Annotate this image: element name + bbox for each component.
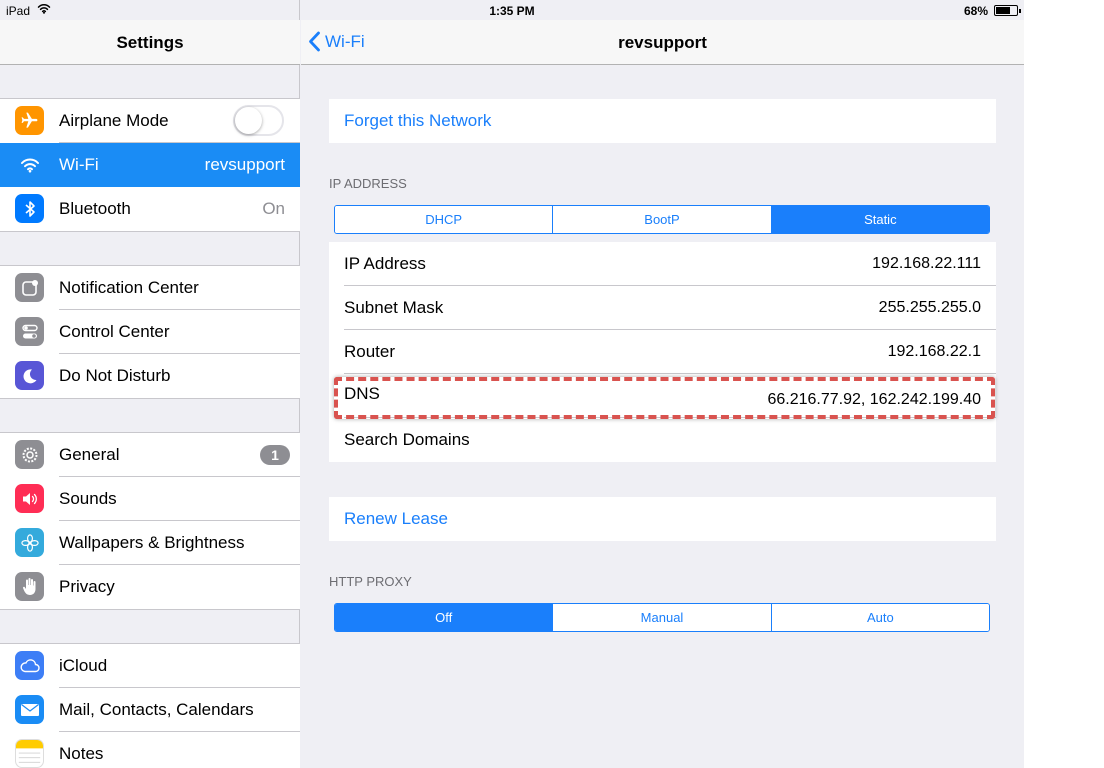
airplane-mode-toggle[interactable] (233, 105, 284, 136)
router-field[interactable]: 192.168.22.1 (888, 343, 981, 361)
sidebar-item-label: Bluetooth (59, 199, 131, 218)
gear-icon (15, 440, 44, 469)
settings-group-general: General 1 Sounds Wallpapers & Brightness (0, 432, 300, 610)
update-badge: 1 (260, 445, 290, 465)
sidebar-item-label: Notes (59, 744, 104, 763)
sidebar-item-bluetooth[interactable]: Bluetooth On (0, 187, 300, 231)
sidebar-item-label: Mail, Contacts, Calendars (59, 700, 254, 719)
sidebar-item-airplane-mode[interactable]: Airplane Mode (0, 99, 300, 143)
airplane-icon (15, 106, 44, 135)
ip-mode-static[interactable]: Static (771, 206, 989, 233)
sidebar-item-notification-center[interactable]: Notification Center (0, 266, 300, 310)
field-label: IP Address (344, 254, 426, 273)
field-label: Router (344, 342, 396, 361)
ip-address-row[interactable]: IP Address 192.168.22.111 (329, 242, 996, 286)
settings-group-connectivity: Airplane Mode Wi-Fi revsupport Bluetooth… (0, 98, 300, 232)
moon-icon (15, 361, 44, 390)
settings-group-accounts: iCloud Mail, Contacts, Calendars Notes (0, 643, 300, 768)
sidebar-item-label: Control Center (59, 322, 170, 341)
battery-nub (1019, 9, 1021, 13)
sidebar-item-label: Privacy (59, 577, 115, 596)
toggle-knob (235, 107, 262, 134)
settings-sidebar: Settings Airplane Mode Wi-Fi revsupport (0, 0, 300, 768)
sidebar-item-notes[interactable]: Notes (0, 732, 300, 768)
proxy-mode-off[interactable]: Off (335, 604, 554, 631)
detail-navbar: Wi-Fi revsupport (301, 20, 1024, 65)
sidebar-item-label: Do Not Disturb (59, 366, 171, 385)
sidebar-item-label: iCloud (59, 656, 108, 675)
dns-field[interactable]: 66.216.77.92, 162.242.199.40 (767, 391, 981, 409)
ip-address-header: IP ADDRESS (329, 176, 407, 191)
proxy-mode-auto[interactable]: Auto (771, 604, 989, 631)
sidebar-item-general[interactable]: General 1 (0, 433, 300, 477)
ip-address-field[interactable]: 192.168.22.111 (872, 255, 981, 273)
sidebar-item-label: Wallpapers & Brightness (59, 533, 245, 552)
status-time: 1:35 PM (489, 4, 535, 18)
sidebar-item-label: General (59, 445, 120, 464)
sidebar-item-icloud[interactable]: iCloud (0, 644, 300, 688)
forget-network-button[interactable]: Forget this Network (329, 99, 996, 143)
forget-network-card: Forget this Network (329, 99, 996, 143)
proxy-mode-manual[interactable]: Manual (553, 604, 772, 631)
sidebar-navbar: Settings (0, 20, 300, 65)
sidebar-item-label: Sounds (59, 489, 117, 508)
ip-fields-card: IP Address 192.168.22.111 Subnet Mask 25… (329, 242, 996, 462)
proxy-mode-segmented-control[interactable]: Off Manual Auto (334, 603, 990, 632)
notes-icon (15, 739, 44, 768)
sidebar-item-label: Notification Center (59, 278, 199, 297)
ip-mode-segmented-control[interactable]: DHCP BootP Static (334, 205, 990, 234)
renew-lease-button[interactable]: Renew Lease (329, 497, 996, 541)
bluetooth-icon (15, 194, 44, 223)
sidebar-item-label: Airplane Mode (59, 111, 169, 130)
battery-percentage: 68% (963, 4, 988, 18)
network-title: revsupport (618, 33, 707, 52)
settings-group-notifications: Notification Center Control Center Do No… (0, 265, 300, 399)
status-bar: iPad 1:35 PM 68% (0, 0, 1024, 20)
sidebar-item-label: Wi-Fi (59, 155, 99, 174)
cloud-icon (15, 651, 44, 680)
sidebar-item-do-not-disturb[interactable]: Do Not Disturb (0, 354, 300, 398)
field-label: Search Domains (344, 430, 470, 449)
search-domains-row[interactable]: Search Domains (329, 418, 996, 462)
field-label: DNS (344, 384, 380, 403)
notification-center-icon (15, 273, 44, 302)
mail-icon (15, 695, 44, 724)
sidebar-item-control-center[interactable]: Control Center (0, 310, 300, 354)
field-label: Subnet Mask (344, 298, 444, 317)
speaker-icon (15, 484, 44, 513)
forget-network-label: Forget this Network (344, 111, 492, 130)
sidebar-item-privacy[interactable]: Privacy (0, 565, 300, 609)
sidebar-item-detail: On (262, 199, 285, 218)
sidebar-item-wifi[interactable]: Wi-Fi revsupport (0, 143, 300, 187)
http-proxy-header: HTTP PROXY (329, 574, 412, 589)
flower-icon (15, 528, 44, 557)
sidebar-title: Settings (116, 33, 184, 52)
dns-row[interactable]: DNS 66.216.77.92, 162.242.199.40 (329, 374, 996, 418)
sidebar-item-sounds[interactable]: Sounds (0, 477, 300, 521)
hand-icon (15, 572, 44, 601)
router-row[interactable]: Router 192.168.22.1 (329, 330, 996, 374)
battery-fill (996, 7, 1010, 14)
network-detail-pane: Wi-Fi revsupport Forget this Network IP … (301, 0, 1024, 768)
wifi-icon (15, 150, 44, 179)
subnet-mask-row[interactable]: Subnet Mask 255.255.255.0 (329, 286, 996, 330)
renew-lease-card: Renew Lease (329, 497, 996, 541)
ip-mode-bootp[interactable]: BootP (553, 206, 772, 233)
control-center-icon (15, 317, 44, 346)
battery-icon (994, 5, 1021, 16)
sidebar-item-wallpapers-brightness[interactable]: Wallpapers & Brightness (0, 521, 300, 565)
ipad-screen: Settings Airplane Mode Wi-Fi revsupport (0, 0, 1024, 768)
renew-lease-label: Renew Lease (344, 509, 448, 528)
subnet-mask-field[interactable]: 255.255.255.0 (879, 299, 981, 317)
sidebar-item-detail: revsupport (204, 155, 285, 174)
sidebar-item-mail-contacts-calendars[interactable]: Mail, Contacts, Calendars (0, 688, 300, 732)
ip-mode-dhcp[interactable]: DHCP (335, 206, 554, 233)
